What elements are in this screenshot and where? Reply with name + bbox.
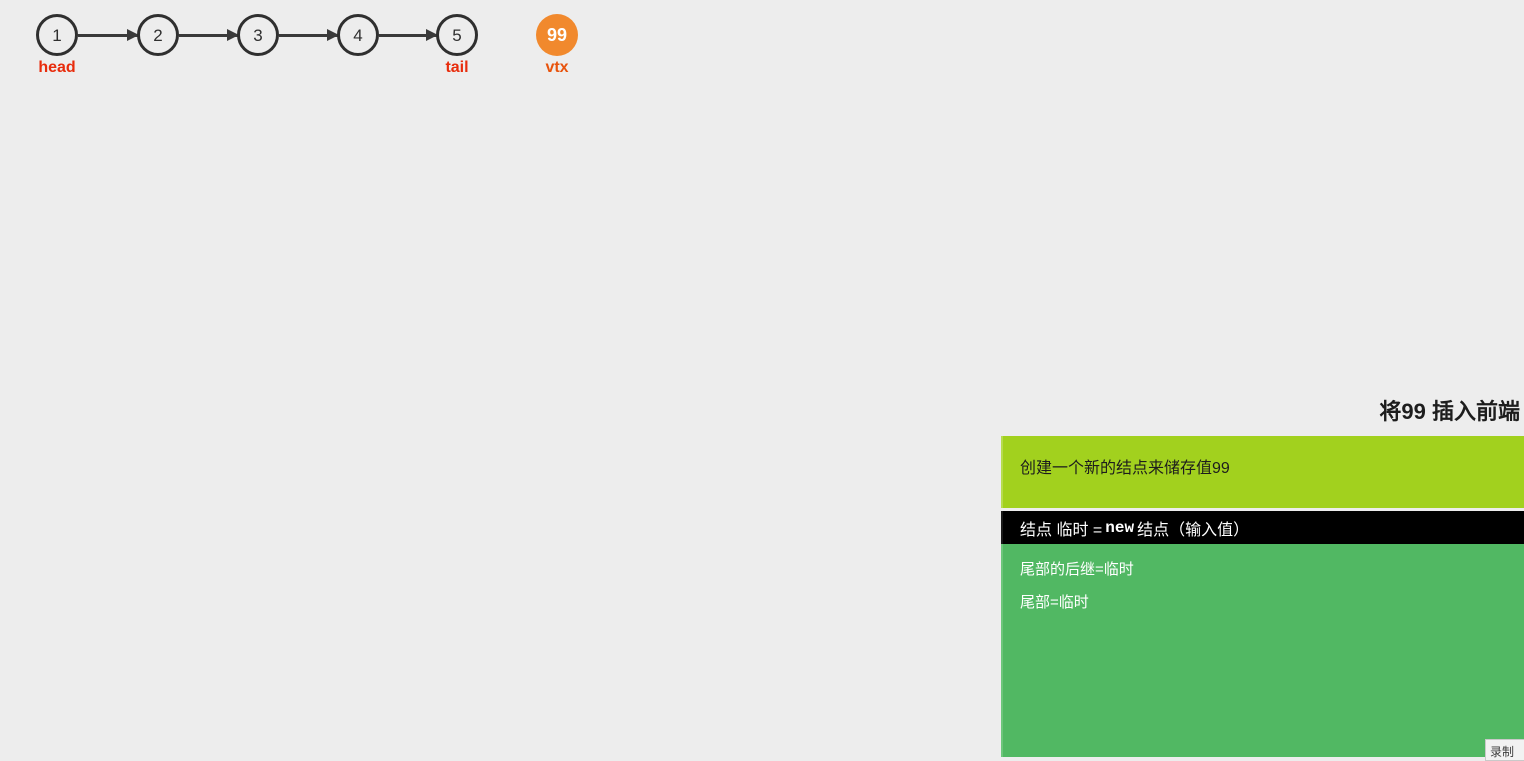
list-node-label-head: head — [38, 59, 76, 76]
list-node-new: 99 — [536, 14, 578, 56]
list-arrow — [78, 29, 139, 41]
list-arrow — [279, 29, 339, 41]
list-node-value: 99 — [546, 25, 568, 45]
page-title: 将99 插入前端 — [1379, 399, 1520, 424]
record-button-label: 录制 — [1490, 745, 1515, 759]
code-suffix: 结点（输入值） — [1137, 521, 1250, 539]
code-prefix: 结点 临时 = — [1020, 521, 1103, 539]
list-node: 3 — [237, 14, 279, 56]
list-node-value: 5 — [452, 25, 462, 45]
step-description: 创建一个新的结点来储存值99 — [1001, 436, 1524, 508]
list-node-value: 2 — [153, 25, 163, 45]
linked-list-diagram: 1 head 2 3 4 5 tail 99 vtx — [0, 0, 1524, 110]
list-node-value: 1 — [52, 25, 62, 45]
list-node: 5 — [436, 14, 478, 56]
code-line: 尾部的后继=临时 — [1020, 561, 1134, 578]
list-node-value: 3 — [253, 25, 263, 45]
code-line: 尾部=临时 — [1020, 594, 1089, 611]
code-line-current: 结点 临时 = new 结点（输入值） — [1001, 511, 1524, 544]
list-node: 4 — [337, 14, 379, 56]
list-node-label-vtx: vtx — [545, 59, 569, 76]
list-node: 2 — [137, 14, 179, 56]
code-lines-upcoming: 尾部的后继=临时 尾部=临时 — [1001, 544, 1524, 757]
list-node: 1 — [36, 14, 78, 56]
code-keyword-new: new — [1105, 518, 1135, 537]
list-arrow — [179, 29, 239, 41]
list-node-value: 4 — [353, 25, 363, 45]
algorithm-panel: 创建一个新的结点来储存值99 结点 临时 = new 结点（输入值） 尾部的后继… — [1001, 436, 1524, 757]
step-description-text: 创建一个新的结点来储存值99 — [1020, 460, 1230, 477]
list-arrow — [379, 29, 438, 41]
record-button[interactable]: 录制 — [1485, 739, 1524, 761]
